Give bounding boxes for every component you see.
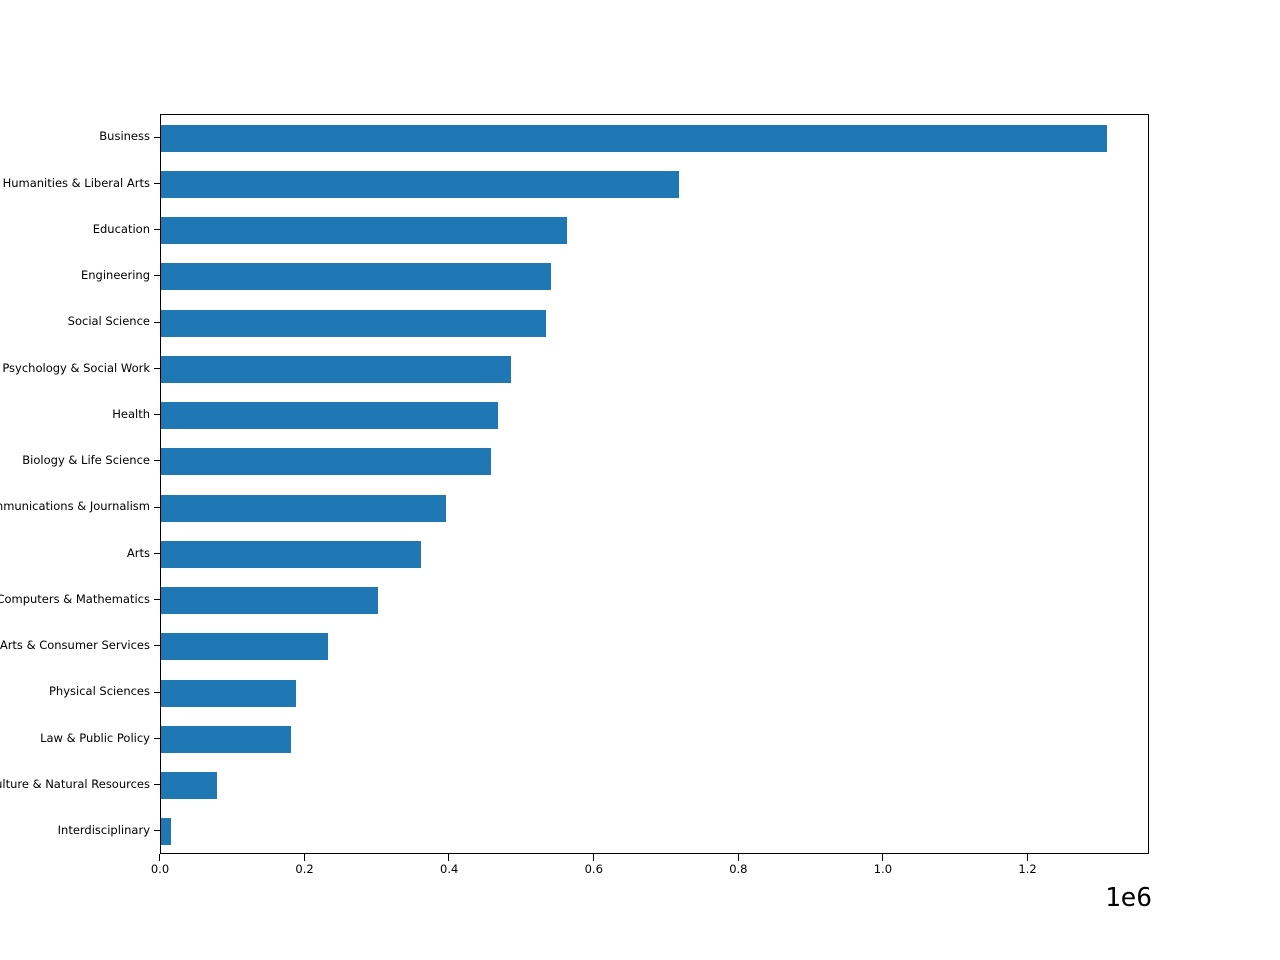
- x-tick-mark: [737, 854, 739, 861]
- y-tick-mark: [154, 645, 161, 647]
- y-tick-label: Business: [99, 129, 150, 144]
- y-tick-label: Agriculture & Natural Resources: [0, 776, 150, 791]
- x-tick-label: 0.6: [584, 862, 603, 876]
- x-tick-label: 0.8: [729, 862, 748, 876]
- bar-series: [161, 115, 1148, 853]
- y-tick-mark: [154, 229, 161, 231]
- y-tick-label: Law & Public Policy: [40, 730, 150, 745]
- bar: [161, 494, 446, 522]
- bar: [161, 402, 498, 430]
- y-tick-label: Communications & Journalism: [0, 499, 150, 514]
- x-tick-label: 0.0: [150, 862, 170, 876]
- bar: [161, 263, 552, 291]
- x-tick-mark: [448, 854, 450, 861]
- bar: [161, 448, 492, 476]
- plot-area: [160, 114, 1149, 854]
- y-tick-label: Biology & Life Science: [22, 453, 150, 468]
- y-tick-mark: [154, 691, 161, 693]
- x-tick-mark: [1026, 854, 1028, 861]
- y-tick-label: Physical Sciences: [48, 684, 150, 699]
- y-tick-mark: [154, 552, 161, 554]
- x-tick-mark: [159, 854, 161, 861]
- bar: [161, 633, 328, 661]
- x-tick-label: 0.2: [295, 862, 314, 876]
- y-tick-mark: [154, 506, 161, 508]
- y-tick-mark: [154, 275, 161, 277]
- y-tick-mark: [154, 784, 161, 786]
- y-tick-mark: [154, 414, 161, 416]
- bar: [161, 679, 297, 707]
- y-tick-label: Interdisciplinary: [57, 823, 150, 838]
- y-tick-mark: [154, 321, 161, 323]
- bar: [161, 170, 680, 198]
- bar: [161, 124, 1107, 152]
- y-tick-mark: [154, 182, 161, 184]
- x-axis-offset-label: 1e6: [1105, 883, 1152, 913]
- bar: [161, 725, 292, 753]
- x-tick-mark: [303, 854, 305, 861]
- y-tick-label: Humanities & Liberal Arts: [2, 175, 150, 190]
- x-tick-mark: [882, 854, 884, 861]
- y-tick-mark: [154, 136, 161, 138]
- y-tick-label: Psychology & Social Work: [2, 360, 150, 375]
- y-tick-mark: [154, 460, 161, 462]
- y-tick-label: Industrial Arts & Consumer Services: [0, 638, 150, 653]
- y-tick-mark: [154, 367, 161, 369]
- bar: [161, 217, 568, 245]
- bar: [161, 772, 218, 800]
- y-tick-mark: [154, 599, 161, 601]
- y-tick-label: Education: [92, 221, 150, 236]
- y-tick-label: Health: [112, 406, 150, 421]
- x-tick-label: 1.0: [873, 862, 893, 876]
- bar: [161, 818, 172, 846]
- bar: [161, 540, 422, 568]
- x-tick-mark: [592, 854, 594, 861]
- x-tick-label: 1.2: [1018, 862, 1037, 876]
- y-tick-mark: [154, 737, 161, 739]
- bar: [161, 309, 546, 337]
- figure-canvas: Business Humanities & Liberal Arts Educati…: [0, 0, 1280, 960]
- y-tick-label: Computers & Mathematics: [0, 591, 150, 606]
- y-tick-label: Arts: [126, 545, 150, 560]
- x-tick-label: 0.4: [440, 862, 459, 876]
- y-tick-label: Engineering: [81, 268, 150, 283]
- bar: [161, 587, 378, 615]
- y-tick-label: Social Science: [67, 314, 150, 329]
- y-axis: Business Humanities & Liberal Arts Educati…: [0, 114, 161, 854]
- bar: [161, 355, 511, 383]
- y-tick-mark: [154, 830, 161, 832]
